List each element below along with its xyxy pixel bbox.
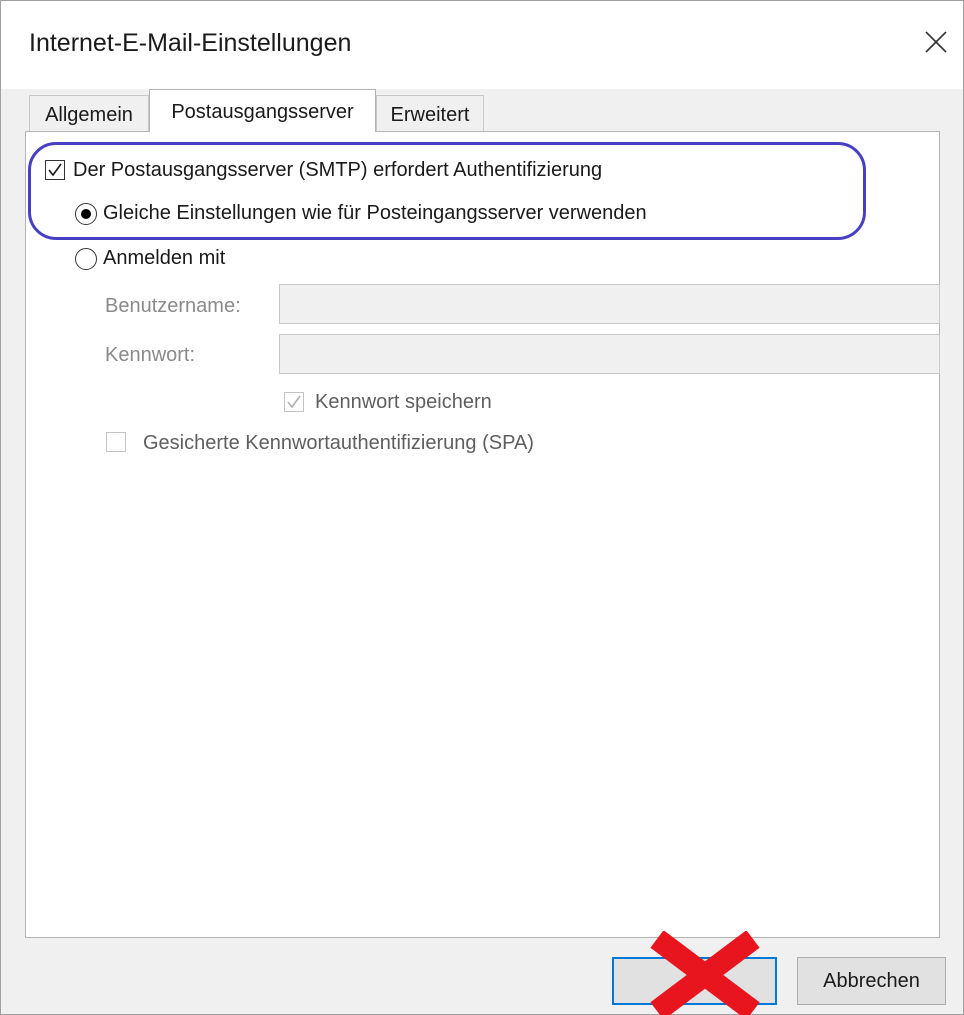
email-settings-dialog: Internet-E-Mail-Einstellungen Allgemein … <box>0 0 964 1015</box>
login-with-radio[interactable] <box>75 248 97 270</box>
ok-button[interactable] <box>612 957 777 1005</box>
spa-label: Gesicherte Kennwortauthentifizierung (SP… <box>143 432 534 454</box>
close-icon <box>925 31 947 53</box>
dialog-title: Internet-E-Mail-Einstellungen <box>29 29 352 57</box>
close-button[interactable] <box>913 19 961 67</box>
save-password-label: Kennwort speichern <box>315 391 492 413</box>
cancel-button[interactable]: Abbrechen <box>797 957 946 1005</box>
username-label: Benutzername: <box>105 295 241 317</box>
tab-erweitert[interactable]: Erweitert <box>376 95 484 131</box>
tab-allgemein[interactable]: Allgemein <box>29 95 149 131</box>
save-password-checkbox[interactable] <box>284 392 304 412</box>
username-input[interactable] <box>279 284 940 324</box>
smtp-auth-label: Der Postausgangsserver (SMTP) erfordert … <box>73 159 603 181</box>
same-settings-radio[interactable] <box>75 203 97 225</box>
same-settings-label: Gleiche Einstellungen wie für Posteingan… <box>103 202 647 224</box>
smtp-auth-checkbox[interactable] <box>45 160 65 180</box>
radio-dot <box>81 209 91 219</box>
title-bar: Internet-E-Mail-Einstellungen <box>1 1 963 89</box>
tab-postausgangsserver[interactable]: Postausgangsserver <box>149 89 376 132</box>
checkmark-icon <box>287 395 301 409</box>
login-with-label: Anmelden mit <box>103 247 226 269</box>
password-input[interactable] <box>279 334 940 374</box>
checkmark-icon <box>48 163 62 177</box>
spa-checkbox[interactable] <box>106 432 126 452</box>
password-label: Kennwort: <box>105 344 196 366</box>
